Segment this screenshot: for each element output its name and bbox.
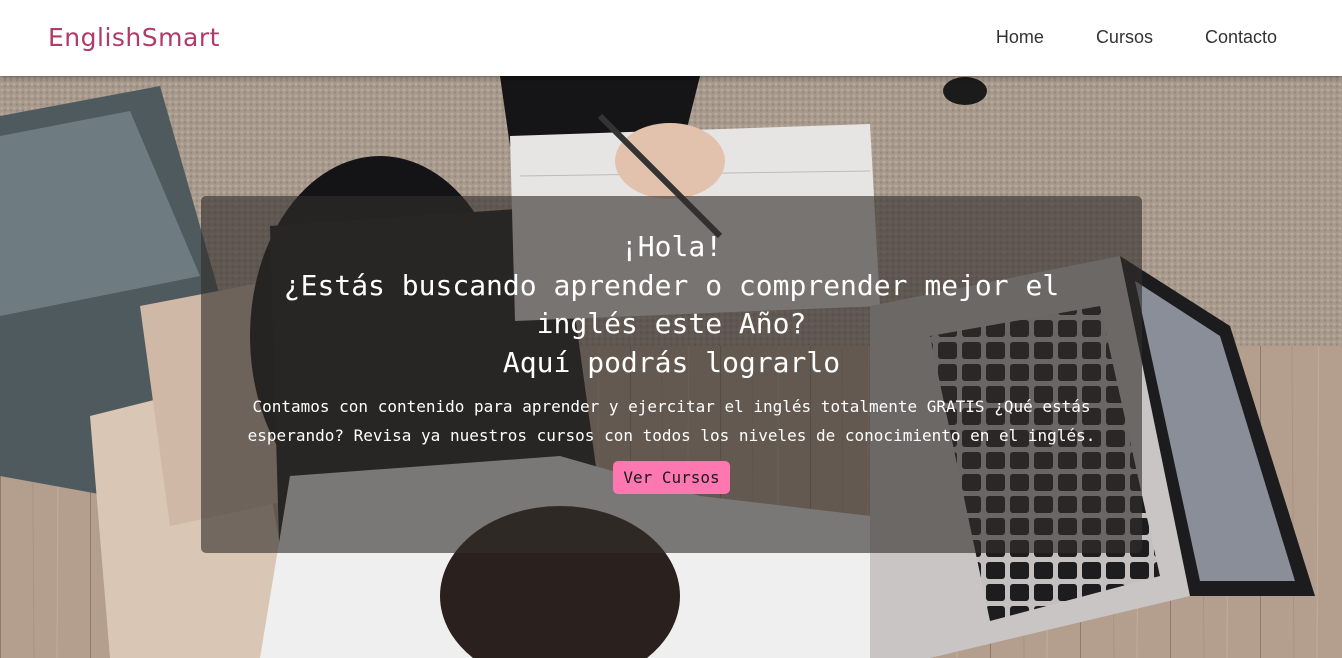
hero-section: ¡Hola! ¿Estás buscando aprender o compre… — [0, 76, 1342, 658]
nav-links: Home Cursos Contacto — [996, 27, 1277, 48]
hero-description: Contamos con contenido para aprender y e… — [247, 397, 1096, 445]
brand-logo[interactable]: EnglishSmart — [48, 23, 220, 52]
hero-tagline: Aquí podrás lograrlo — [502, 345, 841, 379]
ver-cursos-button[interactable]: Ver Cursos — [613, 461, 730, 494]
navbar: EnglishSmart Home Cursos Contacto — [0, 0, 1342, 76]
hero-headline: ¡Hola! ¿Estás buscando aprender o compre… — [251, 228, 1092, 382]
hero-question: ¿Estás buscando aprender o comprender me… — [283, 268, 1060, 341]
hero-card: ¡Hola! ¿Estás buscando aprender o compre… — [201, 196, 1142, 553]
nav-link-contacto[interactable]: Contacto — [1205, 27, 1277, 48]
nav-link-home[interactable]: Home — [996, 27, 1044, 48]
nav-link-cursos[interactable]: Cursos — [1096, 27, 1153, 48]
hero-greeting: ¡Hola! — [620, 230, 723, 263]
